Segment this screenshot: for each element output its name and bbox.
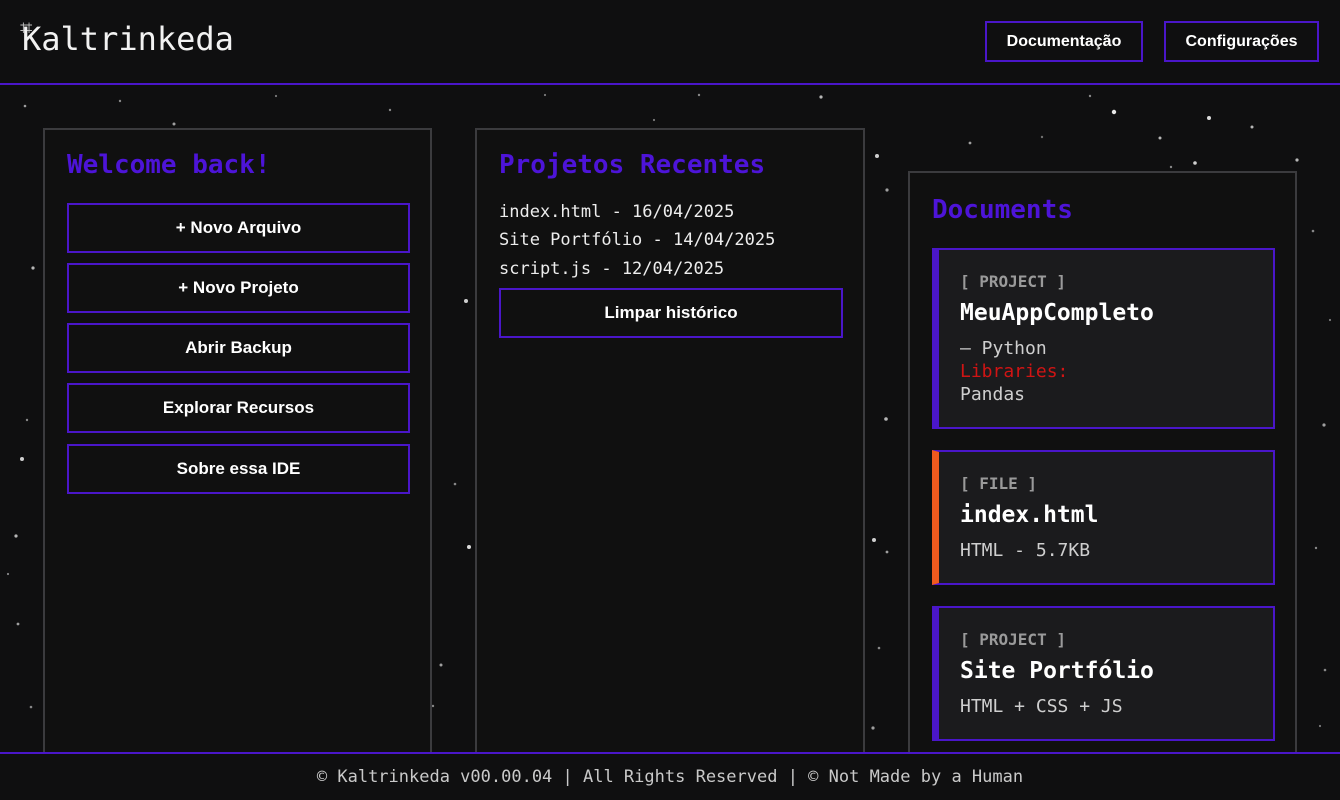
document-name: MeuAppCompleto — [960, 300, 1154, 326]
documents-title: Documents — [932, 195, 1073, 225]
app-title: Kaltrinkeda — [22, 20, 234, 58]
document-libraries-label: Libraries: — [960, 361, 1069, 382]
document-card-site-portfolio[interactable]: [ PROJECT ] Site Portfólio HTML + CSS + … — [932, 606, 1275, 741]
document-card-index-html[interactable]: [ FILE ] index.html HTML - 5.7KB — [932, 450, 1275, 585]
clear-history-button[interactable]: Limpar histórico — [499, 288, 843, 338]
document-type-tag: [ PROJECT ] — [960, 630, 1066, 649]
document-details: HTML + CSS + JS — [960, 696, 1123, 717]
recent-item[interactable]: Site Portfólio - 14/04/2025 — [499, 230, 775, 250]
document-type-tag: [ FILE ] — [960, 474, 1038, 493]
about-ide-button[interactable]: Sobre essa IDE — [67, 444, 410, 494]
settings-button[interactable]: Configurações — [1164, 21, 1319, 62]
recent-item[interactable]: script.js - 12/04/2025 — [499, 259, 724, 279]
document-name: Site Portfólio — [960, 658, 1154, 684]
document-name: index.html — [960, 502, 1099, 528]
explore-resources-button[interactable]: Explorar Recursos — [67, 383, 410, 433]
recent-item[interactable]: index.html - 16/04/2025 — [499, 202, 734, 222]
document-details: HTML - 5.7KB — [960, 540, 1091, 561]
app-header: ⌗ Kaltrinkeda Documentação Configurações — [0, 0, 1340, 85]
footer-text: © Kaltrinkeda v00.00.04 | All Rights Res… — [316, 767, 1024, 787]
open-backup-button[interactable]: Abrir Backup — [67, 323, 410, 373]
new-file-button[interactable]: + Novo Arquivo — [67, 203, 410, 253]
app-footer: © Kaltrinkeda v00.00.04 | All Rights Res… — [0, 752, 1340, 800]
document-type-tag: [ PROJECT ] — [960, 272, 1066, 291]
recent-projects-title: Projetos Recentes — [499, 150, 766, 180]
documents-panel: Documents [ PROJECT ] MeuAppCompleto — P… — [908, 171, 1297, 768]
recent-projects-panel: Projetos Recentes index.html - 16/04/202… — [475, 128, 865, 768]
document-language: — Python — [960, 338, 1047, 359]
documentation-button[interactable]: Documentação — [985, 21, 1143, 62]
new-project-button[interactable]: + Novo Projeto — [67, 263, 410, 313]
document-libraries-value: Pandas — [960, 384, 1026, 405]
document-card-meuappcompleto[interactable]: [ PROJECT ] MeuAppCompleto — Python Libr… — [932, 248, 1275, 429]
welcome-title: Welcome back! — [67, 150, 271, 180]
welcome-panel: Welcome back! + Novo Arquivo + Novo Proj… — [43, 128, 432, 768]
